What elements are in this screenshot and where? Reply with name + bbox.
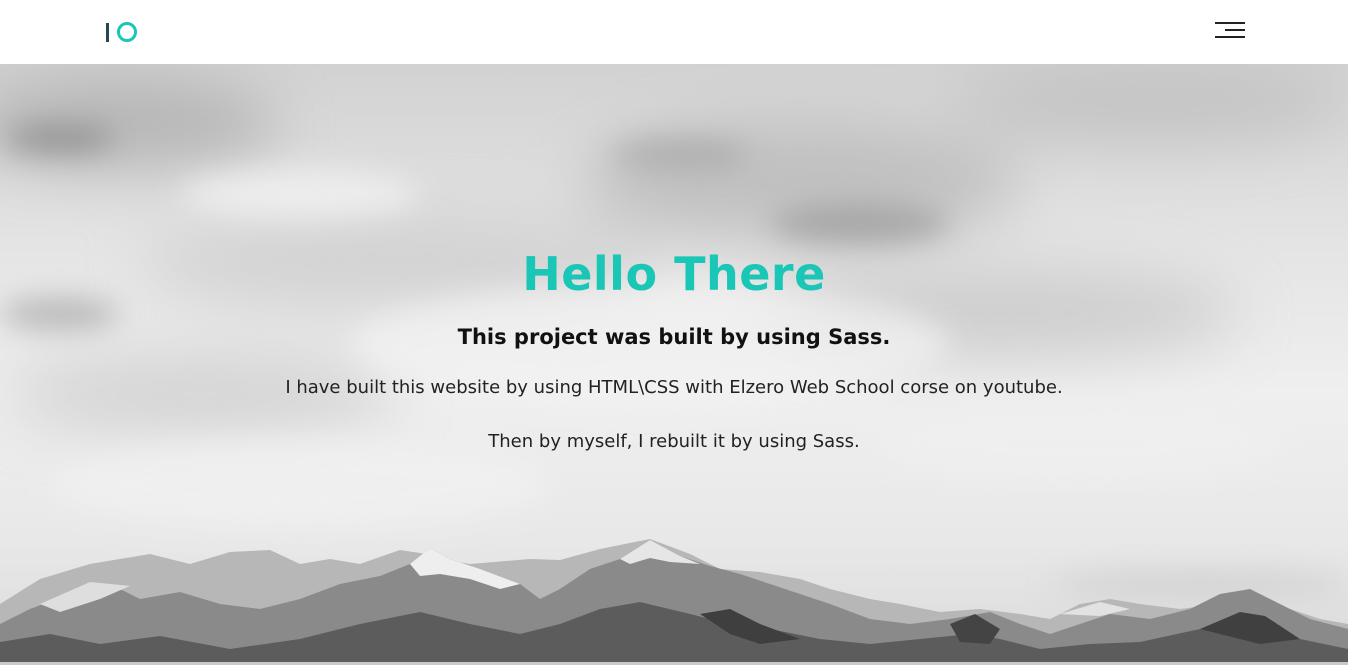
hero-paragraph: Then by myself, I rebuilt it by using Sa…: [488, 431, 860, 452]
menu-line: [1215, 22, 1245, 24]
site-logo[interactable]: [106, 21, 137, 43]
site-header: [0, 0, 1348, 64]
mountain-range: [0, 539, 1348, 662]
hero-subtitle: This project was built by using Sass.: [457, 325, 891, 349]
hero-section: Hello There This project was built by us…: [0, 64, 1348, 662]
hero-title: Hello There: [522, 247, 826, 301]
menu-line: [1215, 36, 1245, 38]
logo-ring-icon: [117, 22, 137, 42]
logo-bar-icon: [106, 22, 109, 42]
hero-paragraph: I have built this website by using HTML\…: [285, 377, 1063, 398]
hamburger-menu-icon[interactable]: [1213, 21, 1247, 41]
menu-line: [1225, 29, 1245, 31]
